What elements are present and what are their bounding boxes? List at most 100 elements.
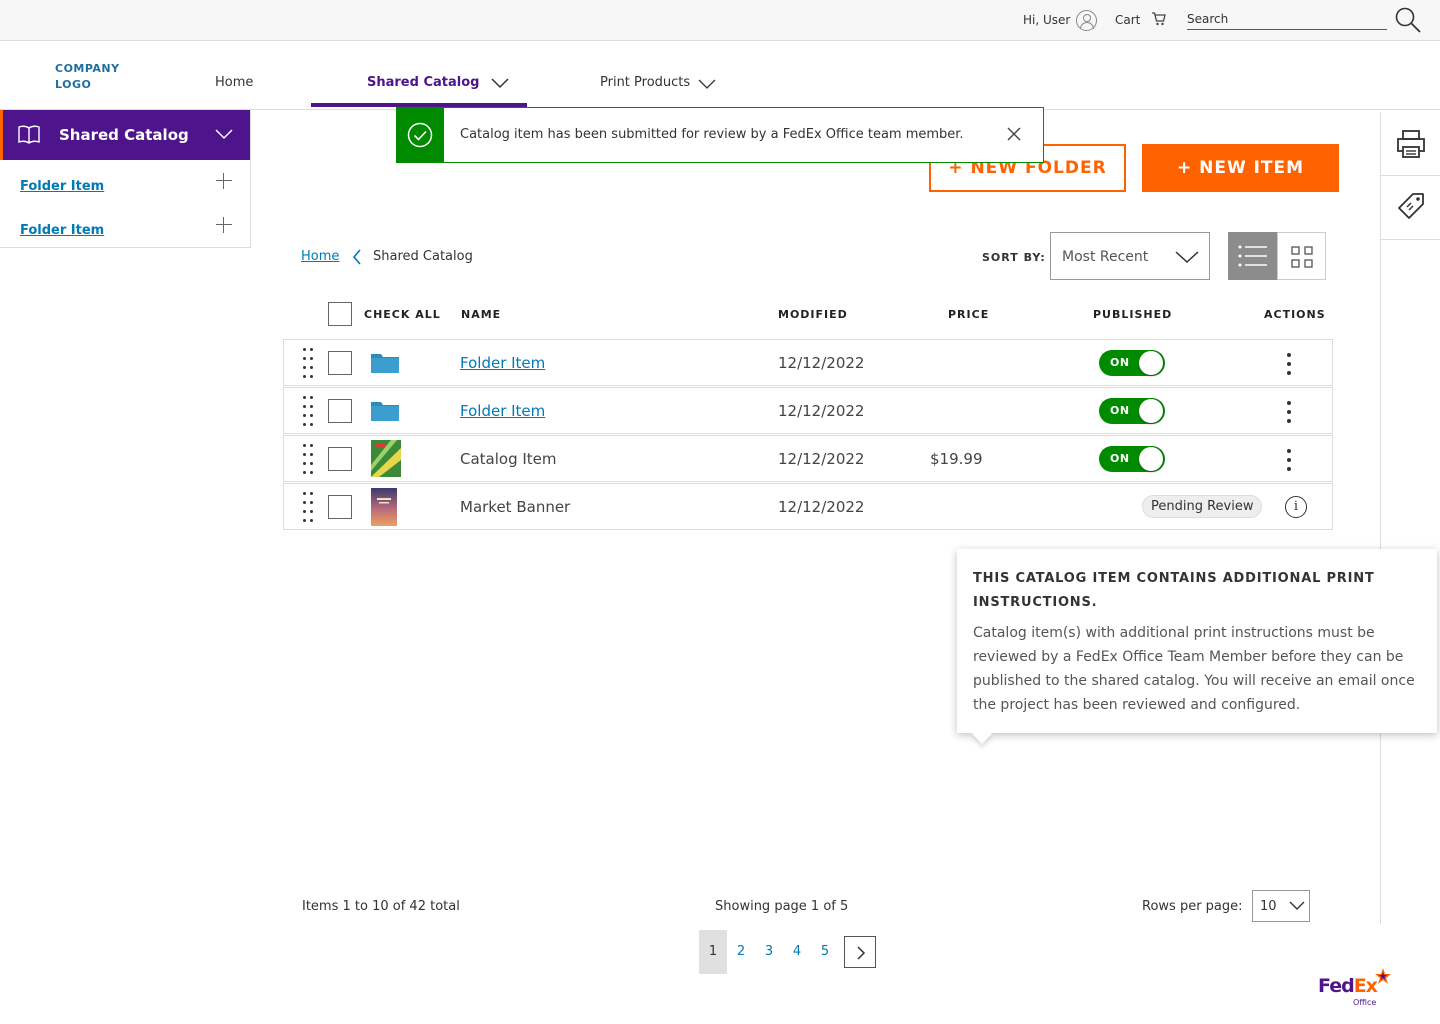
header-published[interactable]: PUBLISHED	[1093, 308, 1172, 321]
more-actions-icon[interactable]	[1286, 353, 1292, 375]
success-toast: Catalog item has been submitted for revi…	[396, 107, 1044, 163]
drag-handle-icon[interactable]	[301, 396, 315, 426]
book-icon	[18, 125, 40, 144]
page-3[interactable]: 3	[755, 930, 783, 974]
header-price[interactable]: PRICE	[948, 308, 989, 321]
sidebar-item-folder[interactable]: Folder Item	[20, 223, 104, 238]
drag-handle-icon[interactable]	[301, 348, 315, 378]
tag-tool[interactable]	[1381, 176, 1440, 240]
rows-per-page-value: 10	[1260, 899, 1277, 914]
row-name: Market Banner	[460, 498, 571, 516]
list-view-button[interactable]	[1228, 232, 1277, 280]
row-checkbox[interactable]	[328, 399, 352, 423]
nav-print-products[interactable]: Print Products	[600, 75, 690, 90]
folder-icon	[371, 354, 399, 373]
table-row: Market Banner 12/12/2022 Pending Review …	[283, 483, 1333, 530]
printer-icon	[1397, 130, 1425, 158]
sidebar-title: Shared Catalog	[59, 126, 189, 144]
company-logo[interactable]: COMPANY LOGO	[55, 61, 120, 93]
header-check-all: CHECK ALL	[364, 308, 441, 321]
cart-icon[interactable]	[1151, 11, 1167, 27]
search-input[interactable]	[1187, 8, 1387, 30]
cart-link[interactable]: Cart	[1115, 13, 1140, 27]
page-2[interactable]: 2	[727, 930, 755, 974]
breadcrumb-home[interactable]: Home	[301, 249, 339, 264]
search-icon[interactable]	[1394, 6, 1422, 34]
grid-view-button[interactable]	[1277, 232, 1326, 280]
greeting: Hi, User	[1023, 13, 1071, 27]
drag-handle-icon[interactable]	[301, 492, 315, 522]
toggle-label: ON	[1110, 452, 1130, 465]
page-5[interactable]: 5	[811, 930, 839, 974]
row-checkbox[interactable]	[328, 495, 352, 519]
more-actions-icon[interactable]	[1286, 401, 1292, 423]
next-page-button[interactable]	[844, 936, 876, 968]
sort-label: SORT BY:	[982, 251, 1046, 264]
utility-bar: Hi, User Cart	[0, 0, 1440, 41]
header-actions: ACTIONS	[1264, 308, 1326, 321]
check-circle-icon	[407, 122, 433, 148]
logo-line2: LOGO	[55, 78, 92, 91]
catalog-item-thumbnail	[371, 440, 401, 477]
drag-handle-icon[interactable]	[301, 444, 315, 474]
fedex-office-label: Office	[1353, 998, 1377, 1007]
status-badge: Pending Review	[1142, 495, 1263, 518]
check-all-checkbox[interactable]	[328, 302, 352, 326]
table-row: Folder Item 12/12/2022 ON	[283, 339, 1333, 386]
published-toggle[interactable]: ON	[1099, 350, 1165, 376]
toggle-knob	[1139, 399, 1163, 423]
sidebar-header[interactable]: Shared Catalog	[0, 110, 250, 160]
plus-icon[interactable]	[216, 173, 232, 189]
more-actions-icon[interactable]	[1286, 449, 1292, 471]
header-modified[interactable]: MODIFIED	[778, 308, 848, 321]
tooltip-body: Catalog item(s) with additional print in…	[973, 625, 1415, 713]
user-icon[interactable]	[1076, 10, 1097, 31]
list-icon	[1238, 245, 1267, 267]
header-name[interactable]: NAME	[461, 308, 501, 321]
items-count: Items 1 to 10 of 42 total	[302, 899, 460, 914]
price-tag-icon	[1398, 193, 1424, 219]
row-checkbox[interactable]	[328, 447, 352, 471]
plus-icon[interactable]	[216, 217, 232, 233]
info-icon[interactable]: i	[1285, 496, 1307, 518]
grid-icon	[1291, 246, 1313, 268]
published-toggle[interactable]: ON	[1099, 398, 1165, 424]
table-row: Folder Item 12/12/2022 ON	[283, 387, 1333, 434]
chevron-down-icon[interactable]	[698, 78, 716, 90]
row-name: Catalog Item	[460, 450, 557, 468]
new-item-button[interactable]: + NEW ITEM	[1142, 144, 1339, 192]
market-banner-thumbnail	[371, 488, 397, 526]
chevron-right-icon	[857, 946, 866, 960]
chevron-left-icon	[352, 249, 361, 265]
row-checkbox[interactable]	[328, 351, 352, 375]
chevron-down-icon[interactable]	[215, 128, 233, 140]
rows-per-page-select[interactable]: 10	[1252, 890, 1310, 922]
sort-select[interactable]: Most Recent	[1050, 232, 1210, 280]
toggle-label: ON	[1110, 356, 1130, 369]
print-tool[interactable]	[1381, 112, 1440, 176]
nav-shared-catalog[interactable]: Shared Catalog	[367, 75, 479, 90]
toggle-label: ON	[1110, 404, 1130, 417]
breadcrumb-current: Shared Catalog	[373, 249, 473, 264]
right-rail	[1380, 112, 1440, 924]
page-indicator: Showing page 1 of 5	[715, 899, 849, 914]
row-name-link[interactable]: Folder Item	[460, 402, 545, 420]
rows-per-page-label: Rows per page:	[1142, 899, 1243, 914]
fedex-star-icon	[1375, 968, 1391, 984]
row-name-link[interactable]: Folder Item	[460, 354, 545, 372]
close-icon[interactable]	[1007, 127, 1021, 141]
row-modified: 12/12/2022	[778, 498, 865, 516]
row-price: $19.99	[930, 450, 983, 468]
logo-line1: COMPANY	[55, 62, 120, 75]
page-4[interactable]: 4	[783, 930, 811, 974]
page-1[interactable]: 1	[699, 930, 727, 974]
published-toggle[interactable]: ON	[1099, 446, 1165, 472]
nav-home[interactable]: Home	[215, 75, 253, 90]
toast-status	[397, 108, 444, 162]
sidebar-item-folder[interactable]: Folder Item	[20, 179, 104, 194]
tooltip-title: THIS CATALOG ITEM CONTAINS ADDITIONAL PR…	[973, 571, 1375, 610]
chevron-down-icon[interactable]	[491, 77, 509, 89]
chevron-down-icon	[1175, 251, 1199, 264]
fedex-logo: FedEx	[1318, 975, 1378, 997]
toggle-knob	[1139, 447, 1163, 471]
